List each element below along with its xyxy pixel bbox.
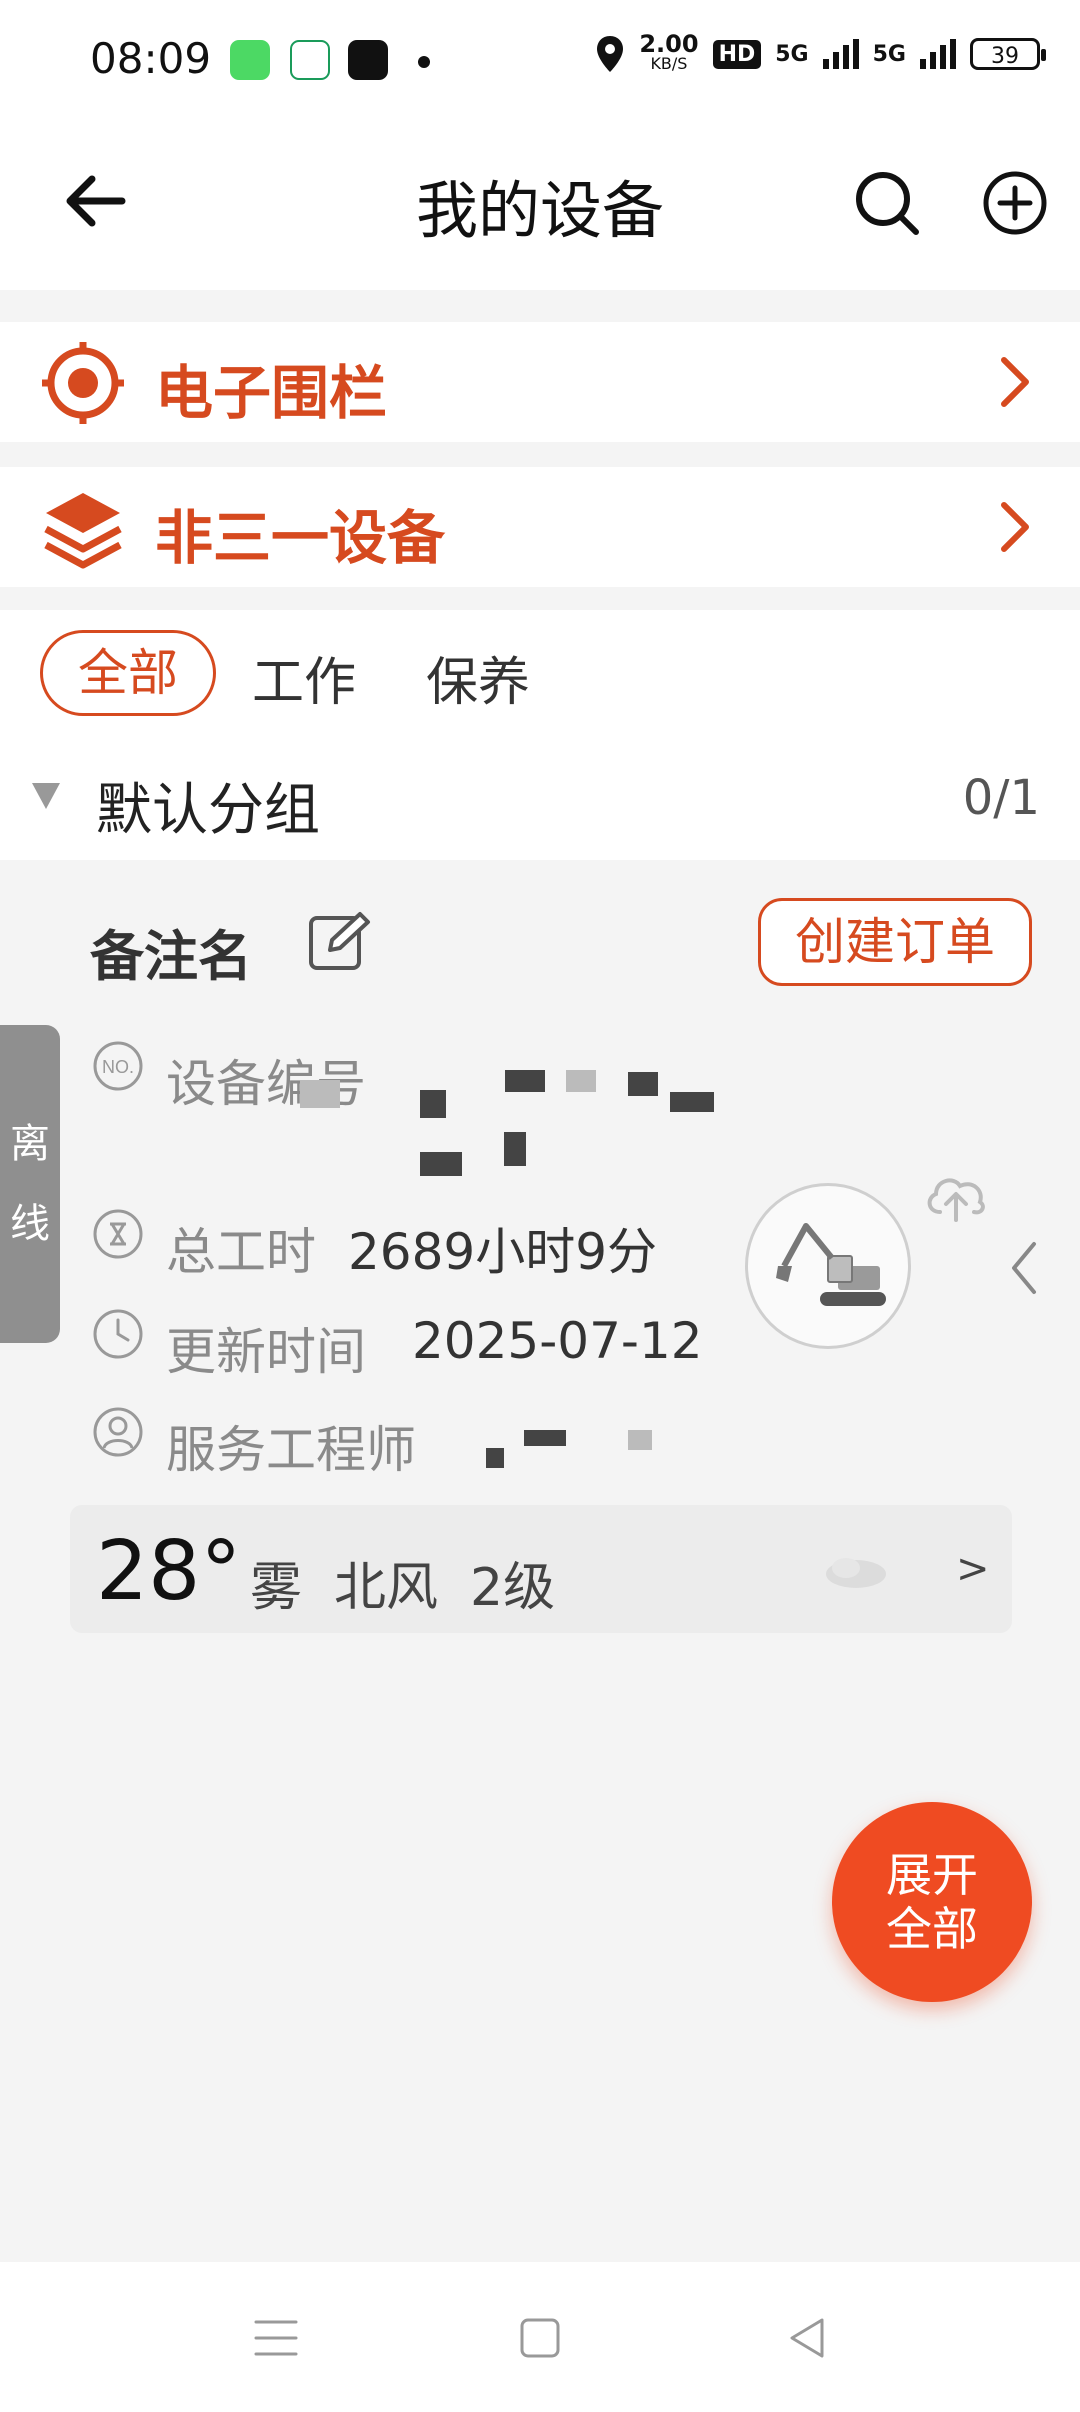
svg-text:NO.: NO. bbox=[102, 1057, 134, 1077]
weather-condition: 雾 bbox=[250, 1558, 303, 1618]
number-icon: NO. bbox=[93, 1041, 143, 1091]
hourglass-timer-icon bbox=[93, 1209, 143, 1259]
fab-line-1: 展开 bbox=[886, 1848, 978, 1902]
create-order-button[interactable]: 创建订单 bbox=[758, 898, 1032, 986]
work-hours-label: 总工时 bbox=[166, 1223, 316, 1281]
redacted-block bbox=[628, 1072, 658, 1096]
weather-more-arrow: > bbox=[956, 1546, 990, 1592]
status-time: 08:09 bbox=[90, 34, 212, 83]
update-time-value: 2025-07-12 bbox=[412, 1312, 703, 1370]
search-icon[interactable] bbox=[852, 168, 922, 238]
signal-2-label: 5G bbox=[872, 41, 906, 67]
edit-icon[interactable] bbox=[306, 908, 372, 974]
signal-1-label: 5G bbox=[775, 41, 809, 67]
menu-label-non-sany: 非三一设备 bbox=[155, 504, 446, 572]
machine-thumbnail[interactable] bbox=[745, 1183, 911, 1349]
menu-icon[interactable] bbox=[248, 2310, 304, 2366]
back-triangle-icon[interactable] bbox=[780, 2310, 836, 2366]
notification-dot-icon bbox=[418, 56, 430, 68]
menu-row-geofence[interactable]: 电子围栏 bbox=[0, 322, 1080, 442]
excavator-icon bbox=[776, 1223, 886, 1306]
group-name[interactable]: 默认分组 bbox=[96, 765, 320, 846]
tab-working[interactable]: 工作 bbox=[252, 640, 356, 715]
finance-app-icon bbox=[290, 40, 330, 80]
net-speed-unit: KB/S bbox=[650, 54, 688, 73]
status-indicators: 2.00 KB/S HD 5G 5G 39 bbox=[595, 30, 1046, 74]
redacted-block bbox=[300, 1080, 340, 1108]
collapse-triangle-icon[interactable] bbox=[32, 783, 60, 809]
target-icon bbox=[42, 342, 124, 424]
tab-all[interactable]: 全部 bbox=[40, 630, 216, 716]
fog-cloud-icon bbox=[826, 1558, 886, 1588]
net-speed: 2.00 KB/S bbox=[639, 30, 699, 74]
net-speed-value: 2.00 bbox=[639, 30, 699, 58]
weather-wind: 北风 bbox=[334, 1558, 439, 1618]
weather-level: 2级 bbox=[470, 1558, 556, 1618]
location-icon bbox=[597, 36, 624, 72]
redacted-block bbox=[505, 1070, 545, 1092]
chevron-right-icon bbox=[1001, 357, 1029, 407]
hd-badge: HD bbox=[712, 39, 762, 69]
person-icon bbox=[93, 1407, 143, 1457]
signal-2-icon bbox=[920, 39, 956, 69]
redacted-block bbox=[420, 1152, 462, 1176]
device-alias: 备注名 bbox=[90, 925, 252, 988]
offline-status-tab: 离 线 bbox=[0, 1025, 60, 1343]
work-hours-value: 2689小时9分 bbox=[348, 1223, 658, 1281]
menu-row-non-sany[interactable]: 非三一设备 bbox=[0, 467, 1080, 587]
fab-line-2: 全部 bbox=[886, 1902, 978, 1956]
offline-char-1: 离 bbox=[10, 1121, 50, 1167]
redacted-block bbox=[566, 1070, 596, 1092]
menu-label-geofence: 电子围栏 bbox=[155, 359, 388, 427]
group-count: 0/1 bbox=[962, 770, 1040, 826]
redacted-block bbox=[504, 1132, 526, 1166]
redacted-block bbox=[486, 1448, 504, 1468]
chevron-left-icon[interactable] bbox=[1004, 1238, 1044, 1298]
redacted-block bbox=[628, 1430, 652, 1450]
tiktok-app-icon bbox=[348, 40, 388, 80]
signal-1-icon bbox=[822, 39, 859, 69]
layers-icon bbox=[44, 493, 122, 569]
redacted-block bbox=[420, 1090, 446, 1118]
redacted-block bbox=[670, 1092, 714, 1112]
add-circle-icon[interactable] bbox=[980, 168, 1050, 238]
chevron-right-icon bbox=[1001, 502, 1029, 552]
tab-maintenance[interactable]: 保养 bbox=[426, 640, 530, 715]
redacted-block bbox=[524, 1430, 566, 1446]
clock-icon bbox=[93, 1309, 143, 1359]
weather-temp: 28° bbox=[96, 1524, 242, 1619]
update-time-label: 更新时间 bbox=[166, 1323, 366, 1381]
expand-all-button[interactable]: 展开 全部 bbox=[832, 1802, 1032, 2002]
offline-char-2: 线 bbox=[10, 1201, 50, 1247]
battery-icon: 39 bbox=[970, 38, 1046, 70]
home-square-icon[interactable] bbox=[512, 2310, 568, 2366]
engineer-label: 服务工程师 bbox=[166, 1421, 416, 1479]
cloud-upload-icon[interactable] bbox=[922, 1168, 990, 1224]
messages-app-icon bbox=[230, 40, 270, 80]
